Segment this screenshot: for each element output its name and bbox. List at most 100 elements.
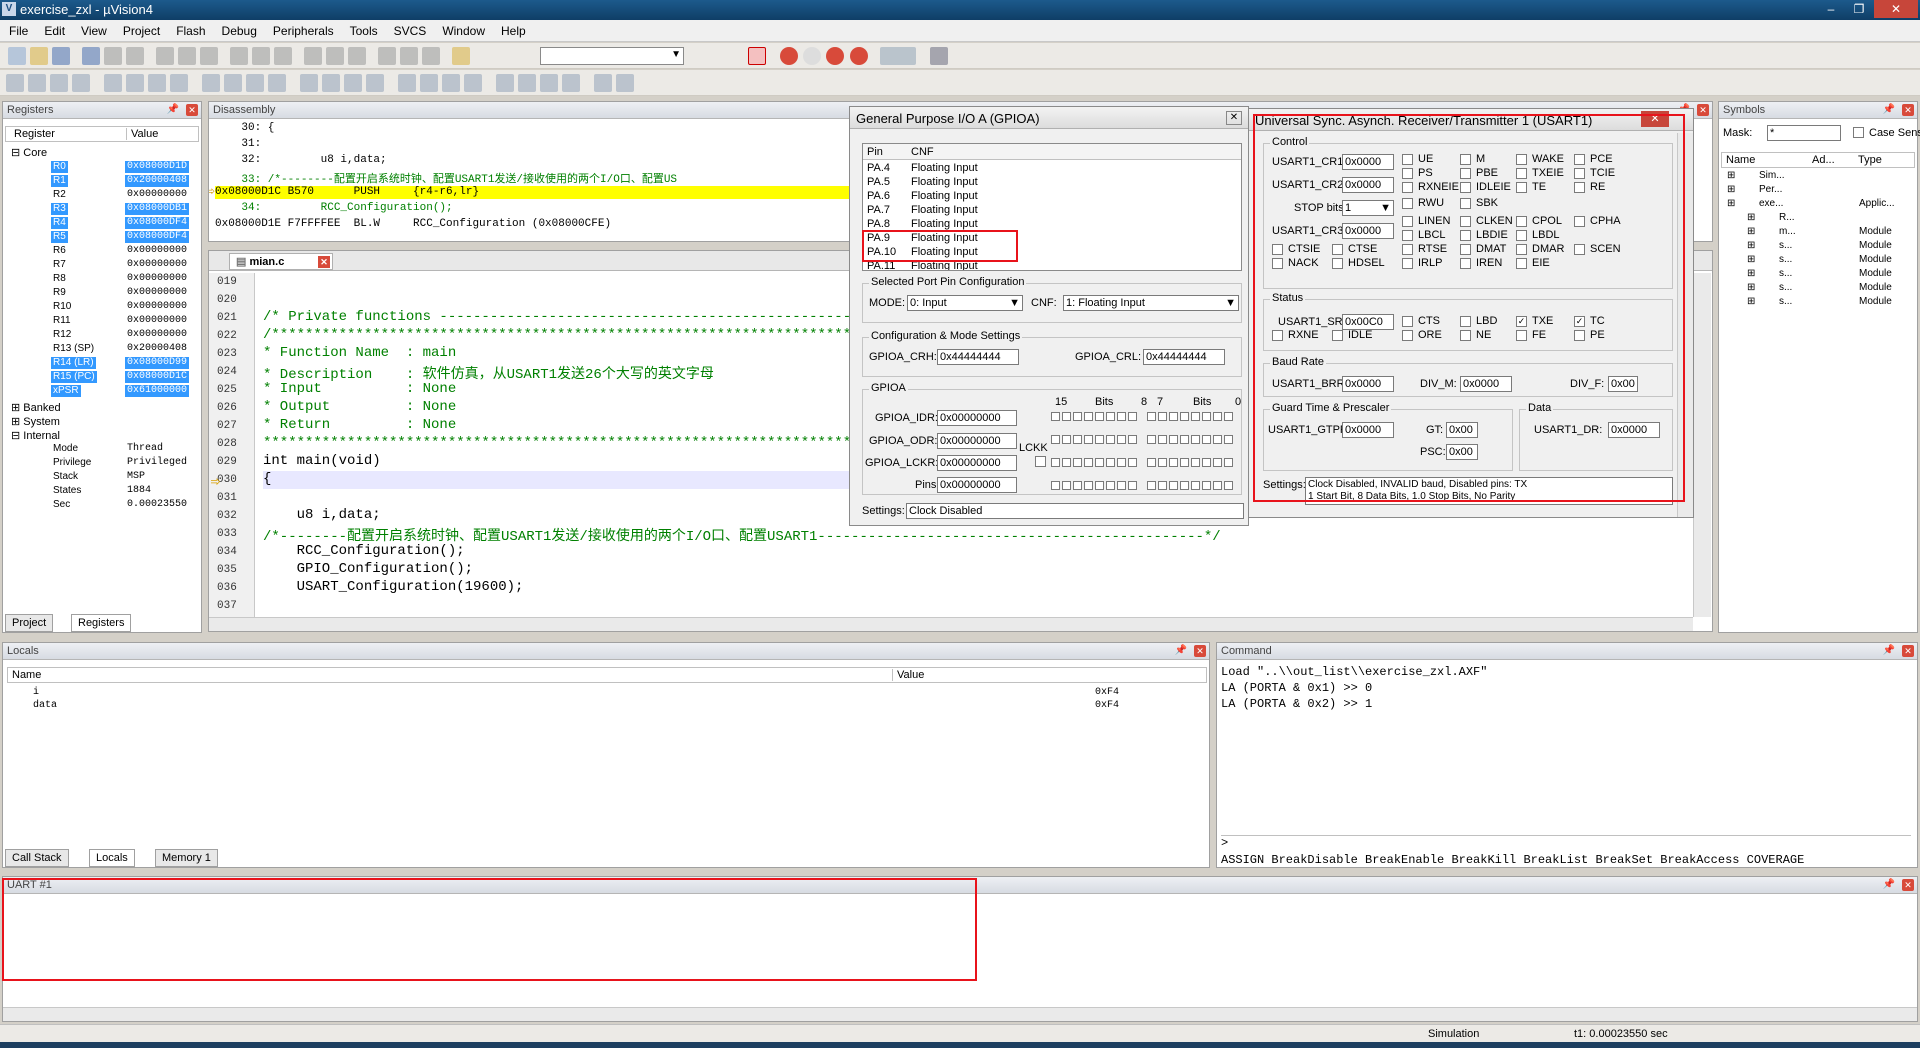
tree-toggle-icon[interactable]: ⊞ (1747, 240, 1755, 251)
register-row[interactable]: R8 0x00000000 (3, 272, 199, 286)
close-icon[interactable]: ✕ (1902, 645, 1914, 657)
debug-toolbar-icon[interactable] (202, 74, 220, 92)
local-row[interactable]: data 0xF4 (7, 700, 1207, 713)
toolbar-icon[interactable] (8, 47, 26, 65)
uart-hscrollbar[interactable] (3, 1007, 1917, 1021)
toolbar-icon[interactable] (126, 47, 144, 65)
bit-checkbox[interactable] (1147, 435, 1156, 444)
menu-window[interactable]: Window (433, 20, 492, 38)
pin-row[interactable]: PA.5 Floating Input (863, 176, 1233, 190)
menu-peripherals[interactable]: Peripherals (264, 20, 341, 38)
symbol-row[interactable]: ⊞ s... Module (1719, 240, 1915, 254)
debug-toolbar-icon[interactable] (496, 74, 514, 92)
bit-checkbox[interactable] (1158, 435, 1167, 444)
debug-toolbar-icon[interactable] (322, 74, 340, 92)
tree-toggle-icon[interactable]: ⊞ (1747, 212, 1755, 223)
breakpoint-icon[interactable] (780, 47, 798, 65)
bit-checkbox[interactable] (1224, 412, 1233, 421)
debug-toolbar-icon[interactable] (6, 74, 24, 92)
debug-toolbar-icon[interactable] (246, 74, 264, 92)
symbol-row[interactable]: ⊞ s... Module (1719, 282, 1915, 296)
debug-toolbar-icon[interactable] (300, 74, 318, 92)
close-icon[interactable]: ✕ (1902, 104, 1914, 116)
menu-edit[interactable]: Edit (35, 20, 72, 38)
toolbar-icon[interactable] (378, 47, 396, 65)
toolbar-icon[interactable] (274, 47, 292, 65)
bit-checkbox[interactable] (1095, 412, 1104, 421)
register-row[interactable]: R7 0x00000000 (3, 258, 199, 272)
menu-debug[interactable]: Debug (213, 20, 264, 38)
symbol-row[interactable]: ⊞ R... (1719, 212, 1915, 226)
menu-file[interactable]: File (0, 20, 35, 38)
pin-icon[interactable]: 📌 (1883, 645, 1895, 656)
bit-checkbox[interactable] (1202, 481, 1211, 490)
bit-checkbox[interactable] (1224, 481, 1233, 490)
register-row[interactable]: xPSR 0x61000000 (3, 384, 199, 398)
menu-flash[interactable]: Flash (167, 20, 212, 38)
symbol-row[interactable]: ⊞ s... Module (1719, 296, 1915, 310)
toolbar-icon[interactable] (52, 47, 70, 65)
register-row[interactable]: R14 (LR) 0x08000D99 (3, 356, 199, 370)
tab-call-stack[interactable]: Call Stack (5, 849, 69, 867)
debug-toolbar-icon[interactable] (224, 74, 242, 92)
bit-checkbox[interactable] (1224, 435, 1233, 444)
toolbar-icon[interactable] (400, 47, 418, 65)
bit-checkbox[interactable] (1062, 458, 1071, 467)
debug-toolbar-icon[interactable] (28, 74, 46, 92)
bit-checkbox[interactable] (1128, 481, 1137, 490)
bit-checkbox[interactable] (1062, 481, 1071, 490)
debug-toolbar-icon[interactable] (518, 74, 536, 92)
debug-toolbar-icon[interactable] (594, 74, 612, 92)
register-row[interactable]: R0 0x08000D1D (3, 160, 199, 174)
symbol-row[interactable]: ⊞ s... Module (1719, 268, 1915, 282)
command-input[interactable]: > (1221, 835, 1911, 851)
lckk-checkbox[interactable] (1035, 456, 1046, 467)
toolbar-icon[interactable] (178, 47, 196, 65)
bit-checkbox[interactable] (1117, 458, 1126, 467)
bit-checkbox[interactable] (1191, 435, 1200, 444)
bit-checkbox[interactable] (1147, 481, 1156, 490)
debug-toolbar-icon[interactable] (398, 74, 416, 92)
restore-button[interactable]: ❐ (1846, 0, 1872, 18)
debug-toolbar-icon[interactable] (268, 74, 286, 92)
register-row[interactable]: R1 0x20000408 (3, 174, 199, 188)
tab-mian-c[interactable]: ▤ mian.c ✕ (229, 253, 333, 270)
register-row[interactable]: R12 0x00000000 (3, 328, 199, 342)
pin-row[interactable]: PA.6 Floating Input (863, 190, 1233, 204)
symbol-row[interactable]: ⊞ Per... (1719, 184, 1915, 198)
symbol-row[interactable]: ⊞ s... Module (1719, 254, 1915, 268)
toolbar-icon[interactable] (82, 47, 100, 65)
bit-checkbox[interactable] (1051, 481, 1060, 490)
pin-icon[interactable]: 📌 (1883, 879, 1895, 890)
bit-checkbox[interactable] (1051, 458, 1060, 467)
target-select[interactable]: ▼ (540, 47, 684, 65)
bit-checkbox[interactable] (1169, 458, 1178, 467)
tree-toggle-icon[interactable]: ⊞ (1747, 268, 1755, 279)
bit-checkbox[interactable] (1128, 458, 1137, 467)
tree-core[interactable]: ⊟ Core (11, 146, 47, 159)
close-icon[interactable]: ✕ (1902, 879, 1914, 891)
bit-checkbox[interactable] (1202, 458, 1211, 467)
toolbar-icon[interactable] (200, 47, 218, 65)
tree-system[interactable]: ⊞ System (11, 415, 60, 428)
bit-checkbox[interactable] (1213, 458, 1222, 467)
bit-checkbox[interactable] (1084, 458, 1093, 467)
tab-locals[interactable]: Locals (89, 849, 135, 867)
bit-checkbox[interactable] (1084, 435, 1093, 444)
bit-checkbox[interactable] (1062, 435, 1071, 444)
debug-toolbar-icon[interactable] (366, 74, 384, 92)
tree-banked[interactable]: ⊞ Banked (11, 401, 61, 414)
bit-checkbox[interactable] (1062, 412, 1071, 421)
bit-checkbox[interactable] (1084, 412, 1093, 421)
bit-checkbox[interactable] (1051, 412, 1060, 421)
register-row[interactable]: R11 0x00000000 (3, 314, 199, 328)
bit-checkbox[interactable] (1213, 481, 1222, 490)
close-icon[interactable]: ✕ (1194, 645, 1206, 657)
bit-checkbox[interactable] (1147, 412, 1156, 421)
bit-checkbox[interactable] (1158, 412, 1167, 421)
close-icon[interactable]: ✕ (1226, 111, 1242, 125)
bit-checkbox[interactable] (1169, 412, 1178, 421)
debug-toolbar-icon[interactable] (616, 74, 634, 92)
toolbar-icon[interactable] (422, 47, 440, 65)
debug-toolbar-icon[interactable] (170, 74, 188, 92)
